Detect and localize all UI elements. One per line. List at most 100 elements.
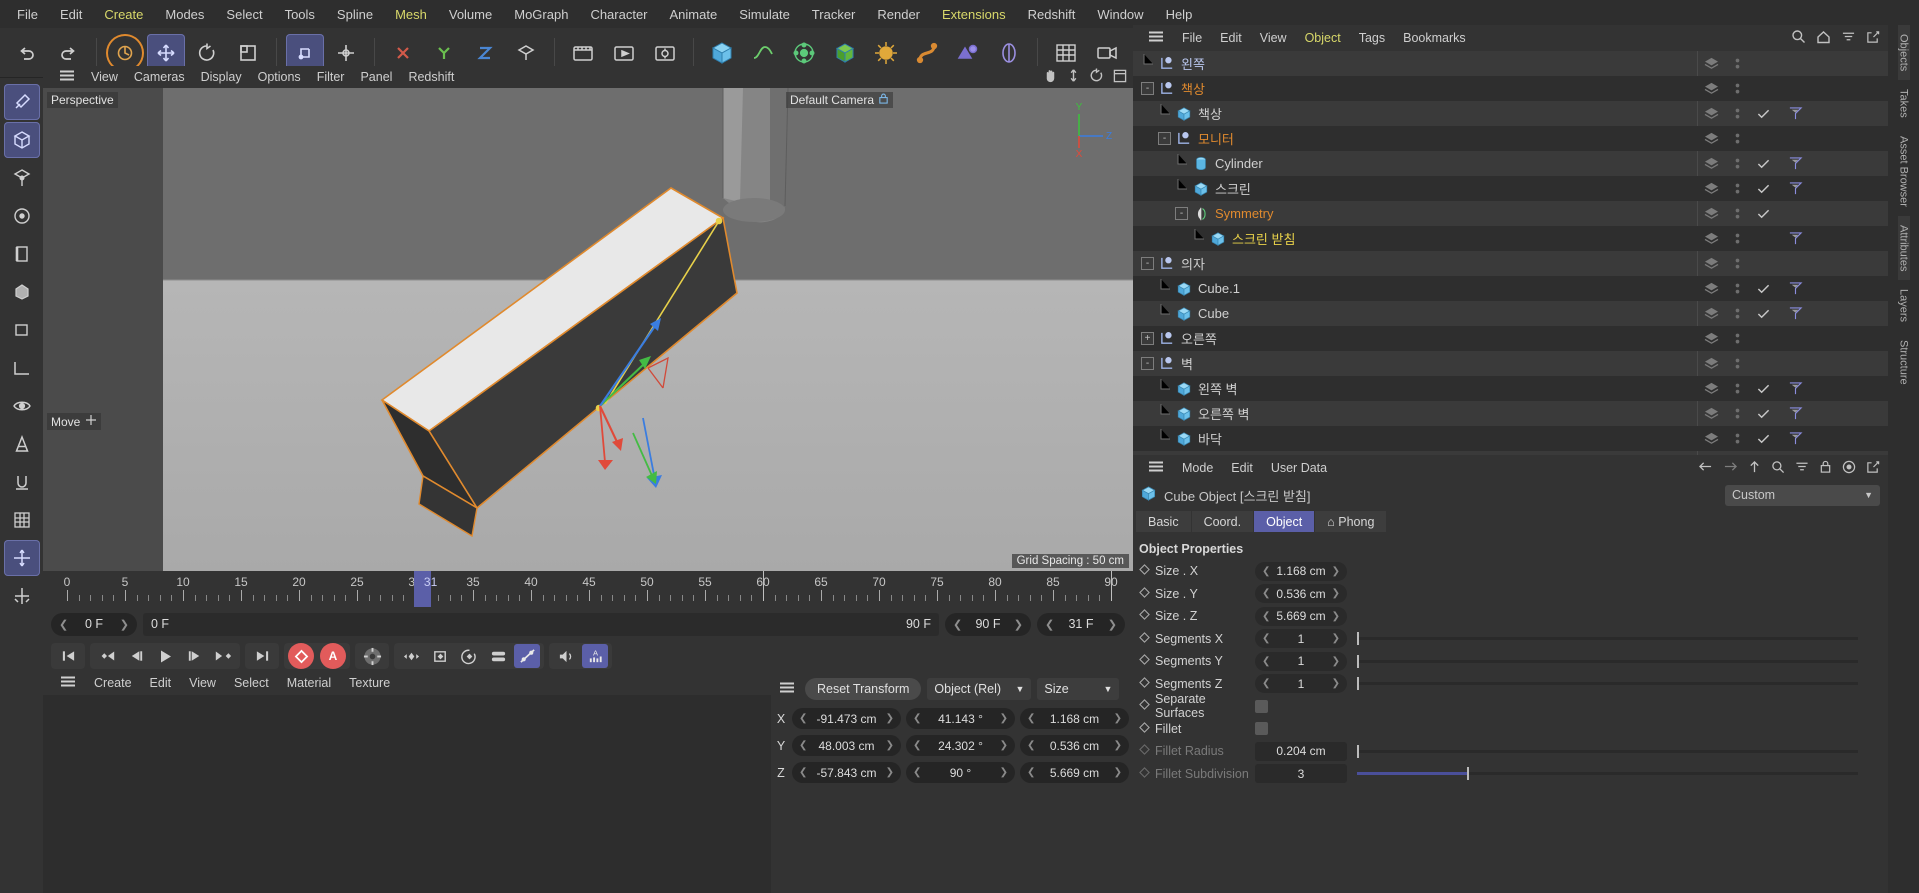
enable-check-icon[interactable]	[1750, 158, 1776, 170]
object-menu-view[interactable]: View	[1251, 29, 1296, 47]
visibility-dots-icon[interactable]	[1724, 56, 1750, 72]
object-menu-tags[interactable]: Tags	[1350, 29, 1394, 47]
menu-item-character[interactable]: Character	[579, 4, 658, 25]
object-menu-object[interactable]: Object	[1296, 29, 1350, 47]
keyframe-settings-icon[interactable]	[359, 644, 385, 668]
chevron-right-icon[interactable]: ❯	[120, 618, 129, 631]
object-tree-row[interactable]: 스크린 받침	[1133, 226, 1888, 251]
visibility-dots-icon[interactable]	[1724, 256, 1750, 272]
visibility-dots-icon[interactable]	[1724, 231, 1750, 247]
material-menu-material[interactable]: Material	[278, 674, 340, 692]
chevron-right-icon[interactable]: ❯	[1332, 678, 1340, 689]
chevron-left-icon[interactable]: ❮	[1262, 588, 1270, 599]
hamburger-icon[interactable]	[1139, 459, 1173, 477]
collapse-icon[interactable]: -	[1156, 132, 1173, 145]
workplane-mode-icon[interactable]	[4, 350, 40, 386]
hamburger-icon[interactable]	[51, 68, 83, 86]
object-tree-row[interactable]: -벽	[1133, 351, 1888, 376]
polygon-mode-icon[interactable]	[4, 274, 40, 310]
property-checkbox[interactable]	[1255, 699, 1268, 713]
coordinate-position-field[interactable]: ❮ -57.843 cm ❯	[792, 762, 901, 783]
keyframe-diamond-icon[interactable]	[1133, 766, 1155, 781]
chevron-right-icon[interactable]: ❯	[1114, 767, 1122, 778]
chevron-right-icon[interactable]: ❯	[1000, 713, 1008, 724]
material-tag-icon[interactable]	[1782, 381, 1808, 396]
visibility-dots-icon[interactable]	[1724, 406, 1750, 422]
layer-icon[interactable]	[1698, 432, 1724, 445]
chevron-right-icon[interactable]: ❯	[1114, 713, 1122, 724]
visibility-dots-icon[interactable]	[1724, 281, 1750, 297]
object-menu-bookmarks[interactable]: Bookmarks	[1394, 29, 1475, 47]
menu-item-modes[interactable]: Modes	[154, 4, 215, 25]
object-tree-row[interactable]: 왼쪽 벽	[1133, 376, 1888, 401]
hamburger-icon[interactable]	[775, 680, 799, 698]
property-stepper-field[interactable]: ❮ 1 ❯	[1255, 674, 1347, 694]
enable-check-icon[interactable]	[1750, 108, 1776, 120]
chevron-left-icon[interactable]: ❮	[1262, 611, 1270, 622]
visibility-dots-icon[interactable]	[1724, 156, 1750, 172]
chevron-left-icon[interactable]: ❮	[1262, 656, 1270, 667]
point-mode-icon[interactable]	[4, 198, 40, 234]
lock-icon[interactable]	[1819, 460, 1832, 477]
material-tag-icon[interactable]	[1782, 306, 1808, 321]
chevron-left-icon[interactable]: ❮	[953, 618, 962, 631]
enable-check-icon[interactable]	[1750, 433, 1776, 445]
timeline-end-field[interactable]: ❮ 90 F ❯	[945, 612, 1031, 636]
collapse-icon[interactable]: -	[1139, 357, 1156, 370]
viewport-menu-options[interactable]: Options	[250, 68, 309, 86]
viewport-solo-icon[interactable]	[4, 388, 40, 424]
maximize-view-icon[interactable]	[1113, 69, 1127, 86]
prev-keyframe-icon[interactable]	[94, 644, 120, 668]
enable-check-icon[interactable]	[1750, 208, 1776, 220]
keyframe-diamond-icon[interactable]	[1133, 586, 1155, 601]
attributes-tab-phong[interactable]: ⌂ Phong	[1315, 511, 1387, 532]
material-menu-view[interactable]: View	[180, 674, 225, 692]
visibility-dots-icon[interactable]	[1724, 431, 1750, 447]
position-key-icon[interactable]	[398, 644, 424, 668]
back-arrow-icon[interactable]	[1698, 460, 1713, 476]
chevron-left-icon[interactable]: ❮	[799, 740, 807, 751]
property-slider[interactable]	[1357, 744, 1858, 758]
chevron-left-icon[interactable]: ❮	[913, 767, 921, 778]
chevron-down-icon[interactable]: ▼	[1864, 490, 1873, 500]
material-menu-create[interactable]: Create	[85, 674, 141, 692]
coordinate-size-field[interactable]: ❮ 5.669 cm ❯	[1020, 762, 1129, 783]
enable-check-icon[interactable]	[1750, 408, 1776, 420]
dock-tab-objects[interactable]: Objects	[1897, 25, 1910, 81]
expand-icon[interactable]: +	[1139, 332, 1156, 345]
timeline-start-field[interactable]: ❮ 0 F ❯	[51, 612, 137, 636]
object-tree-row[interactable]: 책상	[1133, 101, 1888, 126]
object-tree-row[interactable]: + 오른쪽	[1133, 326, 1888, 351]
chevron-left-icon[interactable]: ❮	[1027, 767, 1035, 778]
chevron-left-icon[interactable]: ❮	[1045, 618, 1054, 631]
property-stepper-field[interactable]: ❮ 5.669 cm ❯	[1255, 606, 1347, 626]
keyframe-diamond-icon[interactable]	[1133, 609, 1155, 623]
collapse-icon[interactable]: -	[1139, 257, 1156, 270]
current-frame-field[interactable]: ❮ 31 F ❯	[1037, 612, 1125, 636]
property-stepper-field[interactable]: ❮ 1.168 cm ❯	[1255, 561, 1347, 581]
object-tree-row[interactable]: - 모니터	[1133, 126, 1888, 151]
chevron-right-icon[interactable]: ❯	[886, 740, 894, 751]
chevron-right-icon[interactable]: ❯	[886, 767, 894, 778]
material-tag-icon[interactable]	[1782, 231, 1808, 246]
prev-frame-icon[interactable]	[123, 644, 149, 668]
menu-item-volume[interactable]: Volume	[438, 4, 503, 25]
menu-item-create[interactable]: Create	[93, 4, 154, 25]
layer-icon[interactable]	[1698, 107, 1724, 120]
enable-check-icon[interactable]	[1750, 383, 1776, 395]
sound-icon[interactable]	[553, 644, 579, 668]
layer-icon[interactable]	[1698, 57, 1724, 70]
coord-mode-select[interactable]: Object (Rel) ▼	[927, 678, 1032, 700]
hamburger-icon[interactable]	[1139, 29, 1173, 47]
object-tree[interactable]: 왼쪽 - 책상 책상 - 모니터 Cylinder 스크린 - Symmetry 스크린 받침 - 의자…	[1133, 51, 1888, 455]
material-tag-icon[interactable]	[1782, 156, 1808, 171]
open-external-icon[interactable]	[1866, 460, 1880, 477]
dock-tab-takes[interactable]: Takes	[1898, 80, 1910, 127]
pla-key-icon[interactable]	[514, 644, 540, 668]
menu-item-animate[interactable]: Animate	[659, 4, 729, 25]
viewport-menu-view[interactable]: View	[83, 68, 126, 86]
viewport-menu-filter[interactable]: Filter	[309, 68, 353, 86]
chevron-left-icon[interactable]: ❮	[1262, 633, 1270, 644]
chevron-left-icon[interactable]: ❮	[799, 713, 807, 724]
layer-icon[interactable]	[1698, 232, 1724, 245]
